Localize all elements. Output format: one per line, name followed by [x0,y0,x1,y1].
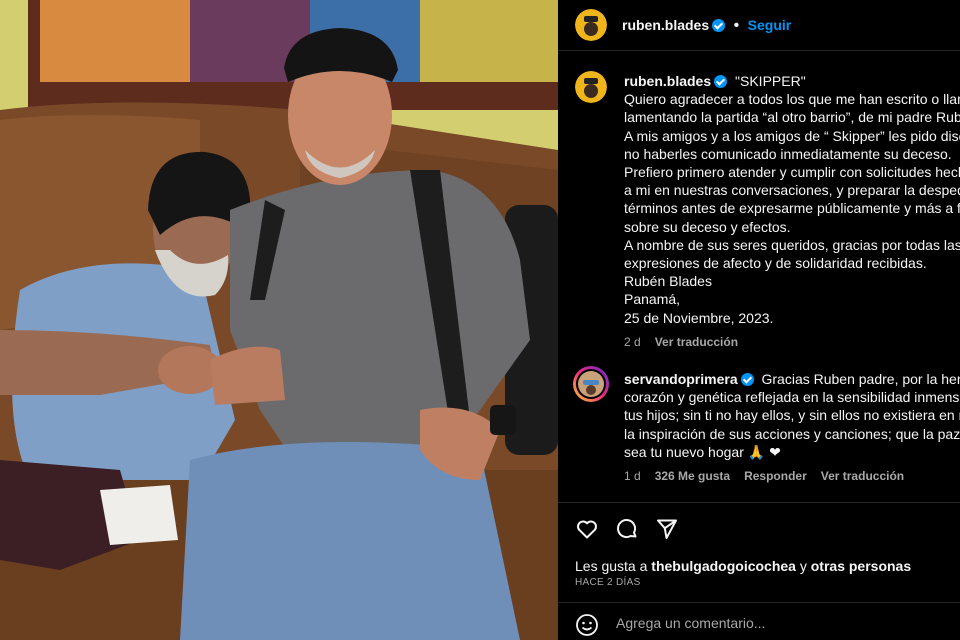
comment-line: Gracias Ruben padre, por la heren [761,371,960,387]
avatar-icon [575,71,607,103]
comment-age[interactable]: 1 d [624,469,641,483]
caption-age[interactable]: 2 d [624,335,641,349]
post-image [0,0,558,640]
caption-line: términos antes de expresarme públicament… [624,200,960,217]
likes-summary: Les gusta a thebulgadogoicochea y otras … [575,558,911,574]
caption-translate-link[interactable]: Ver traducción [655,335,738,349]
caption-line: sobre su deceso y efectos. [624,218,791,235]
likes-user[interactable]: thebulgadogoicochea [651,558,796,574]
verified-icon [714,75,728,88]
actions-bar: Les gusta a thebulgadogoicochea y otras … [558,502,960,603]
avatar[interactable] [575,9,607,41]
caption-line: lamentando la partida “al otro barrio”, … [624,109,960,126]
caption-title: "SKIPPER" [735,73,806,89]
comment-input[interactable] [614,611,948,635]
caption: ruben.blades "SKIPPER" Quiero agradecer … [624,72,960,351]
post-panel: ruben.blades • Seguir ruben.blades "SKIP… [558,0,960,640]
caption-line: Panamá, [624,291,681,308]
caption-line: 25 de Noviembre, 2023. [624,309,774,326]
comment-line: la inspiración de sus acciones y cancion… [624,425,960,442]
caption-avatar[interactable] [575,71,607,103]
caption-line: Quiero agradecer a todos los que me han … [624,91,960,108]
caption-line: A mis amigos y a los amigos de “ Skipper… [624,127,960,144]
comment-username[interactable]: servandoprimera [624,371,738,387]
caption-line: no haberles comunicado inmediatamente su… [624,145,952,162]
avatar-icon [575,9,607,41]
likes-join: y [799,558,807,574]
caption-meta: 2 d Ver traducción [624,333,960,351]
emoji-icon[interactable] [575,613,599,637]
caption-line: A nombre de sus seres queridos, gracias … [624,236,960,253]
caption-line: Prefiero primero atender y cumplir con s… [624,164,960,181]
likes-others[interactable]: otras personas [811,558,911,574]
caption-username[interactable]: ruben.blades [624,73,711,89]
verified-icon [740,373,754,386]
post-date: HACE 2 DÍAS [575,577,641,588]
comment-likes[interactable]: 326 Me gusta [655,469,730,483]
caption-line: expresiones de afecto y de solidaridad r… [624,255,927,272]
add-comment-bar [558,602,960,640]
verified-icon [712,19,726,32]
comment-line: corazón y genética reflejada en la sensi… [624,389,960,406]
caption-line: Rubén Blades [624,273,712,290]
avatar-icon [576,369,606,399]
header-username[interactable]: ruben.blades [622,17,709,33]
reply-button[interactable]: Responder [744,469,807,483]
post-photo[interactable] [0,0,558,640]
comment-icon[interactable] [615,517,639,541]
caption-line: a mi en nuestras conversaciones, y prepa… [624,182,960,199]
heart-icon[interactable] [575,517,599,541]
comment-line: tus hijos; sin ti no hay ellos, y sin el… [624,407,960,424]
post-header: ruben.blades • Seguir [558,0,960,51]
comment-translate-link[interactable]: Ver traducción [821,469,904,483]
comment-avatar[interactable] [573,366,609,402]
likes-prefix: Les gusta a [575,558,648,574]
comment-line: sea tu nuevo hogar 🙏 ❤ [624,443,781,460]
separator-dot: • [733,17,740,34]
comment: servandoprimera Gracias Ruben padre, por… [624,370,960,485]
share-icon[interactable] [655,517,679,541]
comment-meta: 1 d 326 Me gusta Responder Ver traducción [624,467,960,485]
follow-button[interactable]: Seguir [748,17,792,33]
